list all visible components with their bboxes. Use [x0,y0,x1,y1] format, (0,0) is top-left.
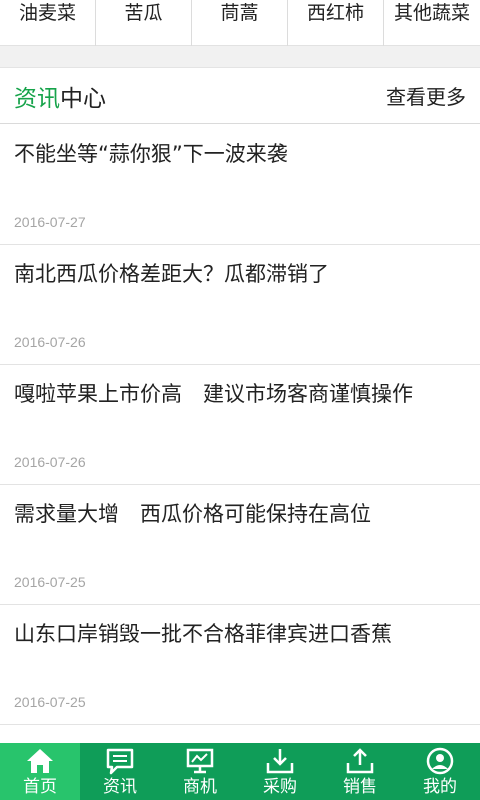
section-title-accent: 资讯 [14,85,60,112]
nav-label: 销售 [343,777,377,797]
news-date: 2016-07-27 [14,214,86,230]
download-icon [264,746,296,776]
news-date: 2016-07-26 [14,334,86,350]
section-title-rest: 中心 [60,85,106,112]
news-title: 嘎啦苹果上市价高 建议市场客商谨慎操作 [14,382,413,406]
nav-label: 采购 [263,777,297,797]
nav-label: 首页 [23,777,57,797]
section-divider [0,46,480,68]
news-title: 需求量大增 西瓜价格可能保持在高位 [14,502,371,526]
news-title: 不能坐等“蒜你狠”下一波来袭 [14,142,288,166]
news-list: 不能坐等“蒜你狠”下一波来袭 2016-07-27 南北西瓜价格差距大？瓜都滞销… [0,125,480,725]
news-item[interactable]: 南北西瓜价格差距大？瓜都滞销了 2016-07-26 [0,245,480,365]
news-date: 2016-07-25 [14,694,86,710]
category-item[interactable]: 其他蔬菜 [384,0,480,46]
news-date: 2016-07-25 [14,574,86,590]
news-title: 南北西瓜价格差距大？瓜都滞销了 [14,262,329,286]
category-item[interactable]: 油麦菜 [0,0,96,46]
user-icon [424,746,456,776]
news-item[interactable]: 嘎啦苹果上市价高 建议市场客商谨慎操作 2016-07-26 [0,365,480,485]
news-item[interactable]: 山东口岸销毁一批不合格菲律宾进口香蕉 2016-07-25 [0,605,480,725]
news-section-header: 资讯中心 查看更多 [0,68,480,124]
nav-label: 资讯 [103,777,137,797]
nav-mine[interactable]: 我的 [400,743,480,800]
news-item[interactable]: 不能坐等“蒜你狠”下一波来袭 2016-07-27 [0,125,480,245]
view-more-link[interactable]: 查看更多 [386,81,466,110]
nav-business[interactable]: 商机 [160,743,240,800]
nav-label: 商机 [183,777,217,797]
category-item[interactable]: 茼蒿 [192,0,288,46]
category-item[interactable]: 西红柿 [288,0,384,46]
nav-purchase[interactable]: 采购 [240,743,320,800]
bottom-nav: 首页 资讯 商机 采购 销售 我的 [0,743,480,800]
nav-news[interactable]: 资讯 [80,743,160,800]
message-icon [104,746,136,776]
nav-sales[interactable]: 销售 [320,743,400,800]
news-title: 山东口岸销毁一批不合格菲律宾进口香蕉 [14,622,392,646]
section-title: 资讯中心 [14,79,106,113]
nav-label: 我的 [423,777,457,797]
nav-home[interactable]: 首页 [0,743,80,800]
category-strip: 油麦菜 苦瓜 茼蒿 西红柿 其他蔬菜 [0,0,480,46]
monitor-icon [184,746,216,776]
home-icon [24,746,56,776]
upload-icon [344,746,376,776]
category-item[interactable]: 苦瓜 [96,0,192,46]
news-item[interactable]: 需求量大增 西瓜价格可能保持在高位 2016-07-25 [0,485,480,605]
news-date: 2016-07-26 [14,454,86,470]
